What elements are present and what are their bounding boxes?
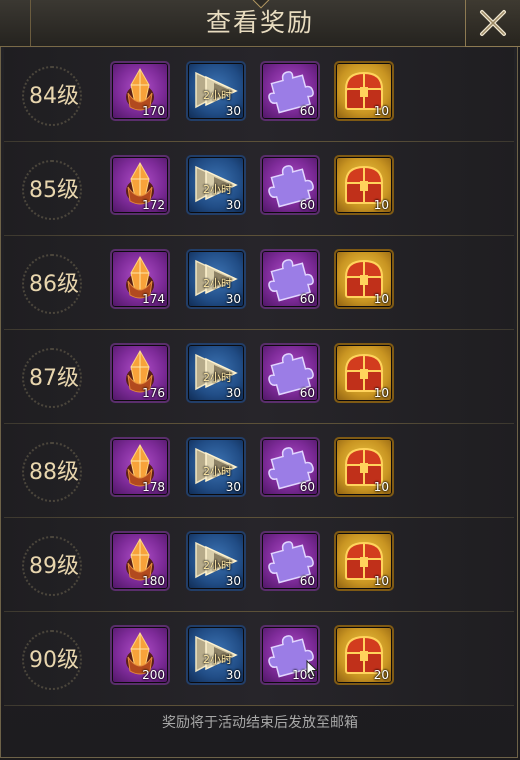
reward-row: 89级 180 2小时 30 60 10	[4, 518, 514, 612]
reward-item-slot[interactable]: 10	[334, 437, 394, 497]
reward-item-slot[interactable]: 60	[260, 437, 320, 497]
item-quantity: 200	[142, 668, 165, 682]
reward-item-slot[interactable]: 2小时 30	[186, 249, 246, 309]
item-quantity: 60	[299, 198, 315, 212]
duration-tag: 2小时	[203, 89, 232, 102]
item-quantity: 30	[225, 574, 241, 588]
reward-item-slot[interactable]: 10	[334, 249, 394, 309]
reward-item-slot[interactable]: 180	[110, 531, 170, 591]
reward-item-slot[interactable]: 60	[260, 155, 320, 215]
footer-note: 奖励将于活动结束后发放至邮箱	[162, 715, 358, 731]
reward-item-slot[interactable]: 10	[334, 531, 394, 591]
reward-item-slot[interactable]: 20	[334, 625, 394, 685]
reward-item-slot[interactable]: 170	[110, 61, 170, 121]
item-quantity: 30	[225, 292, 241, 306]
duration-tag: 2小时	[203, 371, 232, 384]
page-title: 查看奖励	[205, 8, 314, 37]
reward-item-slot[interactable]: 10	[334, 343, 394, 403]
reward-item-slot[interactable]: 10	[334, 155, 394, 215]
item-quantity: 180	[142, 574, 165, 588]
item-quantity: 60	[299, 574, 315, 588]
reward-item-slot[interactable]: 2小时 30	[186, 155, 246, 215]
item-quantity: 178	[142, 480, 165, 494]
reward-list: 84级 170 2小时 30 60 10 85级 172 2小时 30 60 10 86级 174 2小时 3…	[4, 48, 514, 706]
level-label: 85级	[29, 178, 79, 203]
item-quantity: 10	[373, 198, 389, 212]
reward-item-slot[interactable]: 176	[110, 343, 170, 403]
item-quantity: 10	[373, 292, 389, 306]
reward-row: 86级 174 2小时 30 60 10	[4, 236, 514, 330]
duration-tag: 2小时	[203, 183, 232, 196]
item-quantity: 10	[373, 386, 389, 400]
level-label: 84级	[29, 84, 79, 109]
panel-header: 查看奖励	[0, 0, 520, 47]
level-label: 87级	[29, 366, 79, 391]
item-quantity: 174	[142, 292, 165, 306]
reward-item-slot[interactable]: 2小时 30	[186, 625, 246, 685]
reward-item-slot[interactable]: 2小时 30	[186, 343, 246, 403]
item-quantity: 30	[225, 198, 241, 212]
reward-item-slot[interactable]: 178	[110, 437, 170, 497]
item-quantity: 60	[299, 480, 315, 494]
reward-item-slot[interactable]: 172	[110, 155, 170, 215]
item-quantity: 10	[373, 104, 389, 118]
reward-row: 88级 178 2小时 30 60 10	[4, 424, 514, 518]
reward-item-slot[interactable]: 174	[110, 249, 170, 309]
close-button[interactable]	[465, 0, 520, 47]
item-quantity: 60	[299, 386, 315, 400]
mouse-cursor-icon	[306, 660, 318, 678]
reward-item-slot[interactable]: 60	[260, 343, 320, 403]
level-label: 89级	[29, 554, 79, 579]
item-quantity: 30	[225, 668, 241, 682]
item-quantity: 60	[299, 292, 315, 306]
item-quantity: 170	[142, 104, 165, 118]
item-quantity: 30	[225, 386, 241, 400]
level-label: 90级	[29, 648, 79, 673]
reward-row: 84级 170 2小时 30 60 10	[4, 48, 514, 142]
reward-row: 87级 176 2小时 30 60 10	[4, 330, 514, 424]
item-quantity: 176	[142, 386, 165, 400]
item-quantity: 30	[225, 104, 241, 118]
reward-item-slot[interactable]: 60	[260, 249, 320, 309]
reward-item-slot[interactable]: 60	[260, 61, 320, 121]
level-label: 88级	[29, 460, 79, 485]
header-ornament	[0, 0, 31, 46]
item-quantity: 10	[373, 480, 389, 494]
reward-row: 90级 200 2小时 30 100 20	[4, 612, 514, 706]
item-quantity: 20	[373, 668, 389, 682]
reward-item-slot[interactable]: 60	[260, 531, 320, 591]
level-label: 86级	[29, 272, 79, 297]
duration-tag: 2小时	[203, 465, 232, 478]
reward-item-slot[interactable]: 200	[110, 625, 170, 685]
reward-item-slot[interactable]: 10	[334, 61, 394, 121]
reward-item-slot[interactable]: 2小时 30	[186, 61, 246, 121]
item-quantity: 30	[225, 480, 241, 494]
item-quantity: 10	[373, 574, 389, 588]
close-icon	[480, 10, 506, 36]
reward-item-slot[interactable]: 2小时 30	[186, 437, 246, 497]
reward-item-slot[interactable]: 2小时 30	[186, 531, 246, 591]
duration-tag: 2小时	[203, 653, 232, 666]
duration-tag: 2小时	[203, 277, 232, 290]
item-quantity: 60	[299, 104, 315, 118]
reward-row: 85级 172 2小时 30 60 10	[4, 142, 514, 236]
item-quantity: 172	[142, 198, 165, 212]
duration-tag: 2小时	[203, 559, 232, 572]
